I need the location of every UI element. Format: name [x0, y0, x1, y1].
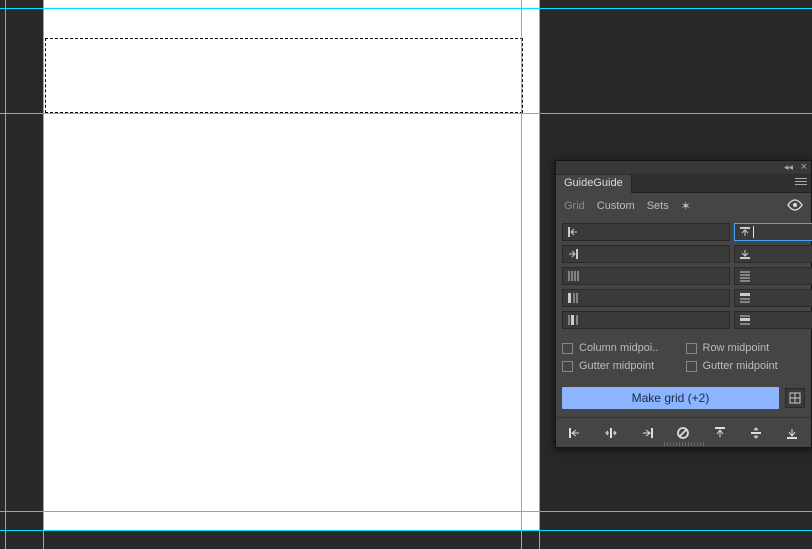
right-margin-input[interactable] [562, 245, 730, 263]
make-grid-button[interactable]: Make grid (+2) [562, 387, 779, 409]
column-width-input[interactable] [562, 289, 730, 307]
eye-icon[interactable] [787, 199, 803, 214]
h-guide[interactable] [0, 8, 812, 9]
row-height-icon [739, 292, 751, 304]
rows-icon [739, 270, 751, 282]
tab-sets[interactable]: Sets [647, 200, 669, 212]
align-top-icon[interactable] [709, 422, 731, 444]
row-gutter-icon [739, 314, 751, 326]
tab-custom[interactable]: Custom [597, 200, 635, 212]
h-guide[interactable] [0, 511, 812, 512]
save-set-button[interactable] [785, 388, 805, 408]
v-guide[interactable] [539, 0, 540, 549]
gutter-midpoint-right-checkbox[interactable] [686, 361, 697, 372]
align-bottom-icon[interactable] [781, 422, 803, 444]
columns-icon [567, 270, 579, 282]
close-icon[interactable]: × [801, 161, 807, 173]
row-midpoint-label: Row midpoint [703, 342, 770, 354]
gutter-midpoint-left-label: Gutter midpoint [579, 360, 654, 372]
v-guide[interactable] [521, 0, 522, 549]
top-margin-input[interactable] [734, 223, 812, 241]
guideguide-panel: ◂◂ × GuideGuide Grid Custom Sets ✶ [555, 160, 812, 448]
column-gutter-input[interactable] [562, 311, 730, 329]
panel-nav: Grid Custom Sets ✶ [556, 193, 811, 219]
h-guide[interactable] [0, 113, 812, 114]
row-midpoint-checkbox[interactable] [686, 343, 697, 354]
v-guide[interactable] [43, 0, 44, 549]
align-vcenter-icon[interactable] [745, 422, 767, 444]
rows-input[interactable] [734, 267, 812, 285]
action-row: Make grid (+2) [556, 383, 811, 417]
bottom-margin-input[interactable] [734, 245, 812, 263]
column-width-icon [567, 292, 579, 304]
margin-top-icon [739, 226, 751, 238]
margin-left-icon [567, 226, 579, 238]
row-height-input[interactable] [734, 289, 812, 307]
gutter-midpoint-left-checkbox[interactable] [562, 361, 573, 372]
gear-icon[interactable]: ✶ [681, 199, 691, 213]
artboard[interactable] [43, 0, 540, 530]
panel-footer [556, 417, 811, 447]
left-margin-input[interactable] [562, 223, 730, 241]
align-right-icon[interactable] [636, 422, 658, 444]
column-midpoint-checkbox[interactable] [562, 343, 573, 354]
margin-bottom-icon [739, 248, 751, 260]
align-left-icon[interactable] [564, 422, 586, 444]
resize-grip[interactable] [664, 442, 704, 446]
panel-tabstrip: GuideGuide [556, 175, 811, 193]
h-guide[interactable] [0, 530, 812, 531]
tab-grid[interactable]: Grid [564, 200, 585, 212]
column-midpoint-label: Column midpoi.. [579, 342, 658, 354]
v-guide[interactable] [5, 0, 6, 549]
panel-titlebar[interactable]: ◂◂ × [556, 161, 811, 175]
clear-guides-icon[interactable] [672, 422, 694, 444]
align-hcenter-icon[interactable] [600, 422, 622, 444]
checkbox-group: Column midpoi.. Row midpoint Gutter midp… [556, 335, 811, 383]
columns-input[interactable] [562, 267, 730, 285]
gutter-midpoint-right-label: Gutter midpoint [703, 360, 778, 372]
panel-menu-icon[interactable] [795, 178, 807, 188]
panel-tab-guideguide[interactable]: GuideGuide [556, 175, 632, 193]
column-gutter-icon [567, 314, 579, 326]
inputs-grid [556, 219, 811, 335]
margin-right-icon [567, 248, 579, 260]
collapse-icon[interactable]: ◂◂ [784, 162, 793, 173]
row-gutter-input[interactable] [734, 311, 812, 329]
